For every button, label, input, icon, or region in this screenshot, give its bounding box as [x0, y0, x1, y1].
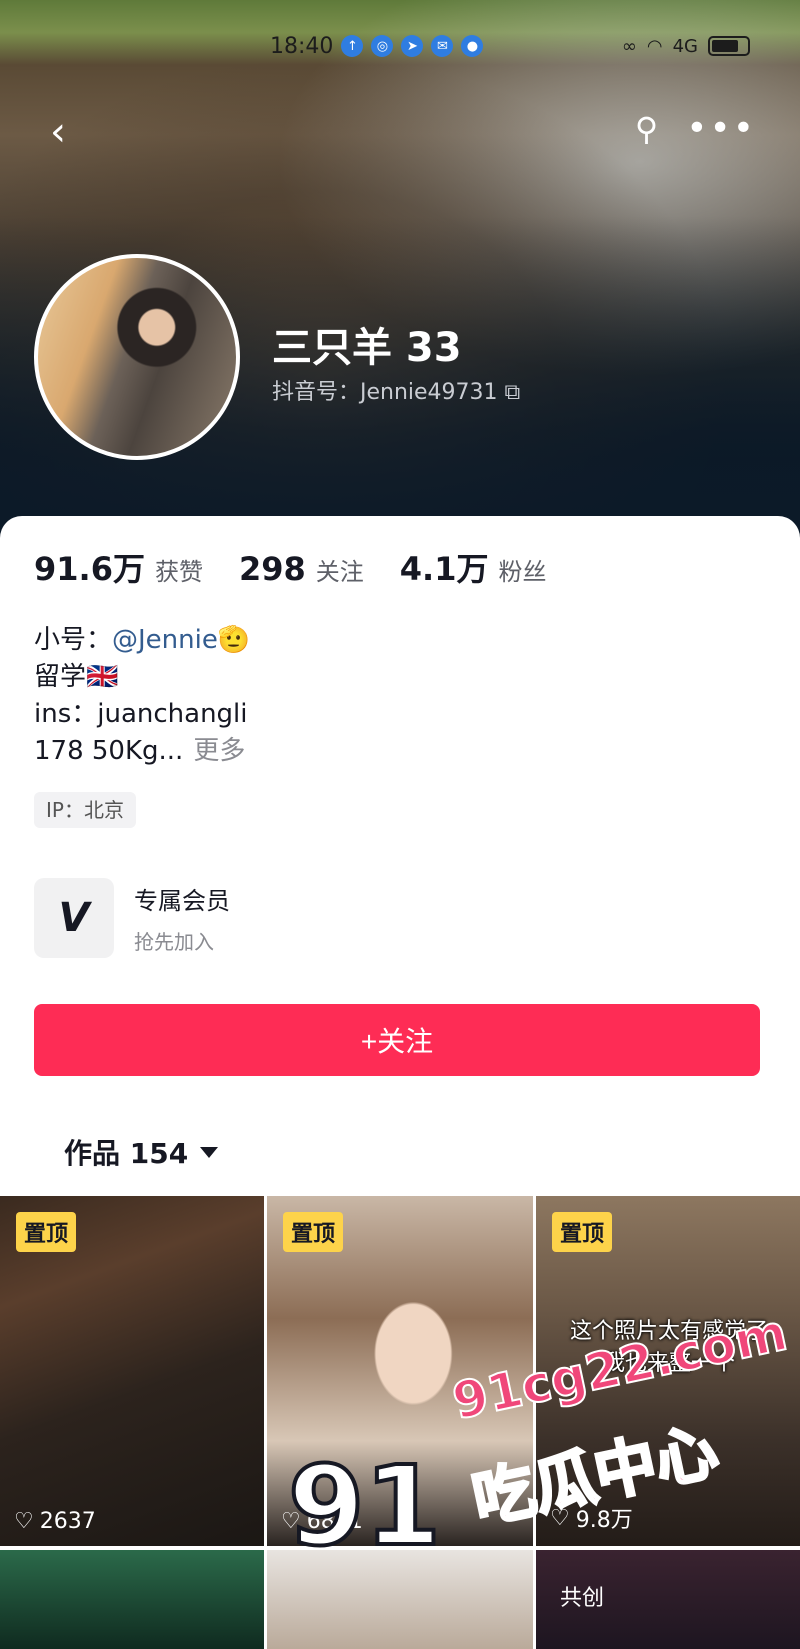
- video-tile[interactable]: 置顶 ♡ 2637: [0, 1196, 264, 1546]
- video-likes: ♡ 9.8万: [550, 1502, 633, 1534]
- douyin-id[interactable]: 抖音号：Jennie49731 ⧉: [272, 374, 520, 406]
- heart-icon: ♡: [281, 1509, 301, 1534]
- top-actions: ⚲ •••: [635, 108, 756, 149]
- stat-label: 获赞: [154, 558, 203, 586]
- profile-name: 三只羊 33: [272, 325, 462, 371]
- bio: 小号：@Jennie🫡 留学🇬🇧 ins：juanchangli 178 50K…: [34, 622, 250, 770]
- stat-following[interactable]: 298 关注: [239, 550, 364, 588]
- browser-notification-icon: ●: [461, 35, 484, 57]
- message-notification-icon: ✉: [431, 35, 454, 57]
- stat-value: 91.6万: [34, 550, 145, 588]
- membership-text: 专属会员 抢先加入: [134, 881, 230, 955]
- upload-notification-icon: ↑: [341, 35, 364, 57]
- video-grid-row-2: 共创: [0, 1550, 800, 1649]
- search-icon[interactable]: ⚲: [635, 110, 658, 148]
- signal-network: 4G: [672, 35, 698, 57]
- cocreate-label: 共创: [560, 1586, 605, 1611]
- bio-more-link[interactable]: 更多: [193, 736, 245, 766]
- tab-works[interactable]: 作品 154: [64, 1132, 219, 1172]
- stat-value: 4.1万: [399, 550, 489, 588]
- video-tile[interactable]: [0, 1550, 264, 1649]
- bio-line-alt-account: 小号：@Jennie🫡: [34, 622, 250, 659]
- membership-title: 专属会员: [134, 887, 230, 915]
- stat-label: 关注: [315, 558, 364, 586]
- video-tile[interactable]: 置顶 这个照片太有感觉了 我也来整一个 ♡ 9.8万: [536, 1196, 800, 1546]
- back-arrow-icon[interactable]: ‹: [50, 112, 90, 152]
- video-tile[interactable]: 共创: [536, 1550, 800, 1649]
- more-options-icon[interactable]: •••: [686, 108, 756, 149]
- video-likes-count: 6861: [306, 1509, 363, 1534]
- avatar[interactable]: [34, 254, 240, 460]
- wifi-icon: ◠: [646, 35, 663, 57]
- profile-card: 91.6万 获赞 298 关注 4.1万 粉丝 小号：@Jennie🫡 留学🇬🇧 in…: [0, 516, 800, 1649]
- profile-page: 18:40 ↑ ◎ ➤ ✉ ● ∞ ◠ 4G ‹ ⚲ ••• 三只羊 33 抖音…: [0, 0, 800, 1649]
- membership-entry[interactable]: V 专属会员 抢先加入: [34, 878, 230, 958]
- follow-button[interactable]: +关注: [34, 1004, 760, 1076]
- salute-emoji: 🫡: [217, 625, 251, 655]
- status-right: ∞ ◠ 4G: [622, 36, 750, 57]
- video-grid: 置顶 ♡ 2637 置顶 ♡ 6861 置顶 这个照片太有感觉了 我也来整一个 …: [0, 1196, 800, 1546]
- status-bar: 18:40 ↑ ◎ ➤ ✉ ● ∞ ◠ 4G: [270, 28, 750, 64]
- link-icon: ∞: [621, 35, 637, 57]
- stats-row: 91.6万 获赞 298 关注 4.1万 粉丝: [34, 544, 546, 590]
- status-time: 18:40: [270, 33, 334, 59]
- bio-line-size: 178 50Kg... 更多: [34, 733, 250, 770]
- stat-followers[interactable]: 4.1万 粉丝: [400, 544, 547, 590]
- alt-account-link[interactable]: @Jennie: [112, 625, 218, 655]
- heart-icon: ♡: [550, 1505, 570, 1531]
- membership-subtitle: 抢先加入: [134, 930, 214, 954]
- pinned-badge: 置顶: [552, 1212, 613, 1252]
- bio-alt-prefix: 小号：: [34, 625, 113, 655]
- stat-label: 粉丝: [498, 558, 547, 586]
- copy-icon[interactable]: ⧉: [505, 380, 521, 405]
- video-caption: 这个照片太有感觉了 我也来整一个: [569, 1319, 768, 1376]
- bio-size-text: 178 50Kg...: [34, 736, 184, 766]
- video-tile[interactable]: [267, 1550, 533, 1649]
- video-tile[interactable]: 置顶 ♡ 6861: [267, 1196, 533, 1546]
- video-likes-count: 9.8万: [575, 1508, 633, 1533]
- video-likes: ♡ 6861: [281, 1509, 363, 1534]
- stat-likes: 91.6万 获赞: [34, 544, 203, 590]
- telegram-notification-icon: ➤: [401, 35, 424, 57]
- bio-line-ins: ins：juanchangli: [34, 699, 248, 729]
- tab-works-label: 作品 154: [64, 1137, 189, 1170]
- battery-icon: [708, 36, 750, 56]
- pinned-badge: 置顶: [16, 1212, 77, 1252]
- video-likes-count: 2637: [39, 1509, 96, 1534]
- pinned-badge: 置顶: [283, 1212, 344, 1252]
- stat-value: 298: [238, 550, 306, 588]
- ip-location-badge: IP：北京: [34, 792, 136, 828]
- heart-icon: ♡: [14, 1509, 34, 1534]
- bio-line-study: 留学🇬🇧: [34, 662, 119, 692]
- dropdown-triangle-icon: [200, 1146, 219, 1158]
- hotspot-notification-icon: ◎: [371, 35, 394, 57]
- video-likes: ♡ 2637: [14, 1509, 96, 1534]
- membership-v-icon: V: [34, 878, 114, 958]
- douyin-id-text: 抖音号：Jennie49731: [272, 380, 498, 405]
